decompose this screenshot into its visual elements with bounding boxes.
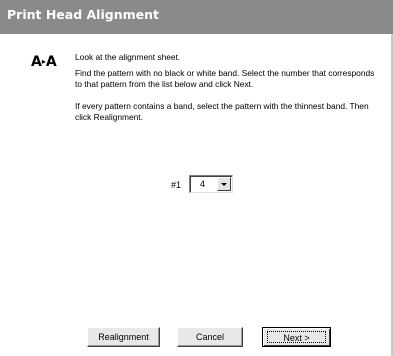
window-title: Print Head Alignment [7,7,159,22]
realignment-button[interactable]: Realignment [87,327,160,347]
icon-arrow: ▸ [41,57,46,66]
instruction-line-1: Look at the alignment sheet. [75,52,181,62]
pattern-number-value: 4 [200,179,206,189]
icon-letter-right: A [45,54,57,70]
title-bar[interactable]: Print Head Alignment [0,0,393,34]
instruction-line-2: Find the pattern with no black or white … [75,68,375,89]
cancel-button[interactable]: Cancel [177,327,243,347]
chevron-down-icon[interactable] [217,177,231,191]
pattern-number-label: #1 [171,180,182,190]
pattern-number-dropdown[interactable]: 4 [189,175,233,193]
instruction-line-3: If every pattern contains a band, select… [75,101,369,122]
align-letters-icon: A▸A [31,54,57,70]
next-button-label: Next > [267,331,326,343]
icon-letter-left: A [31,54,42,70]
next-button[interactable]: Next > [262,327,331,347]
